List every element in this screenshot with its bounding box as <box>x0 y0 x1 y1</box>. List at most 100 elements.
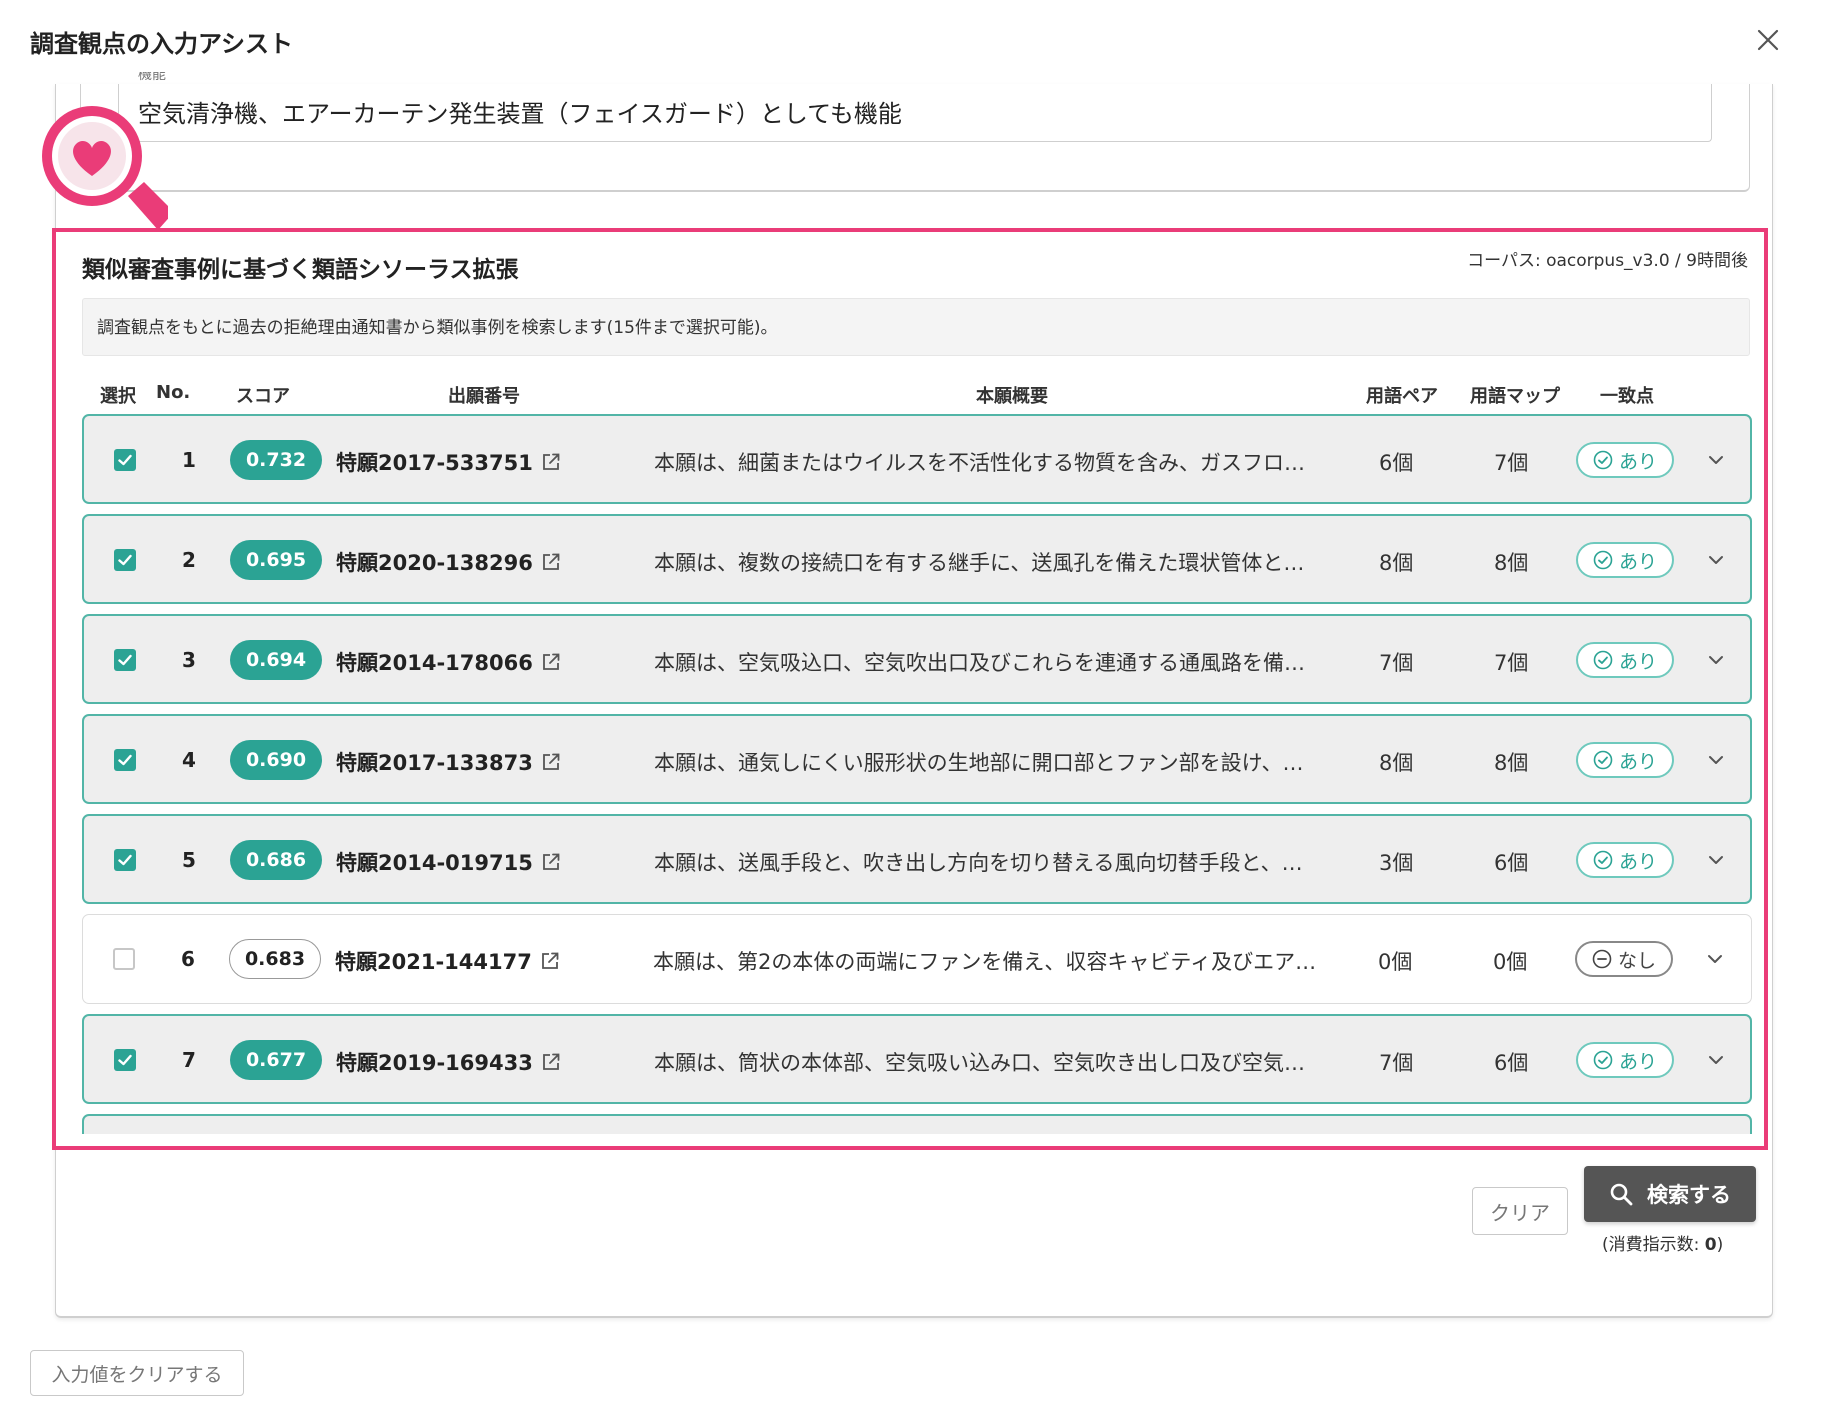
application-summary: 本願は、通気しにくい服形状の生地部に開口部とファン部を設け、… <box>654 751 1304 775</box>
result-row[interactable]: 7 0.677 特願2019-169433 本願は、筒状の本体部、空気吸い込み口、空気… <box>82 1014 1752 1104</box>
chevron-down-icon <box>1709 856 1723 864</box>
chevron-down-icon <box>1709 1056 1723 1064</box>
result-row[interactable] <box>82 1114 1752 1134</box>
row-checkbox[interactable] <box>114 549 136 571</box>
application-number: 特願2017-533751 <box>336 451 533 475</box>
thesaurus-section: 類似審査事例に基づく類語シソーラス拡張 コーパス: oacorpus_v3.0 … <box>52 228 1768 1150</box>
result-row[interactable]: 3 0.694 特願2014-178066 本願は、空気吸込口、空気吹出口及びこれらを… <box>82 614 1752 704</box>
expand-row-button[interactable] <box>1700 744 1732 776</box>
minus-circle-icon <box>1592 949 1612 969</box>
application-number-link[interactable]: 特願2021-144177 <box>335 946 560 976</box>
term-pair-count: 6個 <box>1379 451 1414 475</box>
application-summary: 本願は、筒状の本体部、空気吸い込み口、空気吹き出し口及び空気… <box>654 1051 1305 1075</box>
expand-row-button[interactable] <box>1699 943 1731 975</box>
match-badge-label: なし <box>1617 949 1656 972</box>
score-pill: 0.690 <box>230 740 322 780</box>
external-link-icon[interactable] <box>541 452 561 472</box>
chevron-down-icon <box>1708 955 1722 963</box>
score-pill: 0.695 <box>230 540 322 580</box>
external-link-icon[interactable] <box>541 752 561 772</box>
term-pair-count: 7個 <box>1379 1051 1414 1075</box>
application-number: 特願2021-144177 <box>335 950 532 974</box>
consume-count-label: (消費指示数: <box>1602 1235 1705 1255</box>
column-header-no: No. <box>156 382 191 403</box>
application-summary: 本願は、第2の本体の両端にファンを備え、収容キャビティ及びエア… <box>653 950 1317 974</box>
match-badge: なし <box>1575 941 1673 977</box>
result-row[interactable]: 4 0.690 特願2017-133873 本願は、通気しにくい服形状の生地部に開口部… <box>82 714 1752 804</box>
chevron-down-icon <box>1709 656 1723 664</box>
score-pill: 0.694 <box>230 640 322 680</box>
result-row[interactable]: 2 0.695 特願2020-138296 本願は、複数の接続口を有する継手に、送風孔… <box>82 514 1752 604</box>
close-button[interactable] <box>1748 20 1788 60</box>
term-map-count: 6個 <box>1494 851 1529 875</box>
external-link-icon[interactable] <box>541 1052 561 1072</box>
application-number: 特願2017-133873 <box>336 751 533 775</box>
application-summary: 本願は、送風手段と、吹き出し方向を切り替える風向切替手段と、… <box>654 851 1303 875</box>
application-number-link[interactable]: 特願2014-178066 <box>336 647 561 677</box>
match-badge: あり <box>1576 742 1674 778</box>
application-number: 特願2019-169433 <box>336 1051 533 1075</box>
check-circle-icon <box>1593 550 1613 570</box>
consume-count-value: 0 <box>1704 1235 1717 1255</box>
row-checkbox[interactable] <box>114 649 136 671</box>
chevron-down-icon <box>1709 556 1723 564</box>
result-row[interactable]: 5 0.686 特願2014-019715 本願は、送風手段と、吹き出し方向を切り替え… <box>82 814 1752 904</box>
column-header-select: 選択 <box>100 386 136 407</box>
application-number-link[interactable]: 特願2014-019715 <box>336 847 561 877</box>
score-pill: 0.683 <box>229 939 321 979</box>
expand-row-button[interactable] <box>1700 544 1732 576</box>
application-number: 特願2014-019715 <box>336 851 533 875</box>
chevron-down-icon <box>1709 756 1723 764</box>
consume-count-suffix: ) <box>1716 1235 1724 1255</box>
search-button[interactable]: 検索する <box>1584 1166 1756 1222</box>
application-number-link[interactable]: 特願2019-169433 <box>336 1047 561 1077</box>
expand-row-button[interactable] <box>1700 1044 1732 1076</box>
application-number-link[interactable]: 特願2020-138296 <box>336 547 561 577</box>
row-number: 5 <box>182 848 196 872</box>
row-checkbox[interactable] <box>114 449 136 471</box>
column-header-term-pairs: 用語ペア <box>1366 386 1438 407</box>
external-link-icon[interactable] <box>541 852 561 872</box>
match-badge-label: あり <box>1618 750 1657 773</box>
result-row[interactable]: 1 0.732 特願2017-533751 本願は、細菌またはウイルスを不活性化する物… <box>82 414 1752 504</box>
match-badge-label: あり <box>1618 850 1657 873</box>
results-list[interactable]: 1 0.732 特願2017-533751 本願は、細菌またはウイルスを不活性化する物… <box>82 414 1752 1134</box>
match-badge-label: あり <box>1618 1050 1657 1073</box>
expand-row-button[interactable] <box>1700 644 1732 676</box>
expand-row-button[interactable] <box>1700 444 1732 476</box>
external-link-icon[interactable] <box>540 951 560 971</box>
term-map-count: 8個 <box>1494 551 1529 575</box>
application-summary: 本願は、細菌またはウイルスを不活性化する物質を含み、ガスフロ… <box>654 451 1305 475</box>
reset-input-button[interactable]: 入力値をクリアする <box>30 1350 244 1396</box>
row-checkbox[interactable] <box>114 1049 136 1071</box>
external-link-icon[interactable] <box>541 652 561 672</box>
application-summary: 本願は、複数の接続口を有する継手に、送風孔を備えた環状管体と… <box>654 551 1305 575</box>
application-number-link[interactable]: 特願2017-533751 <box>336 447 561 477</box>
check-icon <box>118 754 132 766</box>
check-icon <box>118 554 132 566</box>
description-box: 調査観点をもとに過去の拒絶理由通知書から類似事例を検索します(15件まで選択可能… <box>82 298 1750 356</box>
match-badge: あり <box>1576 842 1674 878</box>
expand-row-button[interactable] <box>1700 844 1732 876</box>
row-number: 1 <box>182 448 196 472</box>
row-checkbox[interactable] <box>114 849 136 871</box>
match-badge: あり <box>1576 542 1674 578</box>
corpus-info: コーパス: oacorpus_v3.0 / 9時間後 <box>1467 251 1748 271</box>
term-pair-count: 3個 <box>1379 851 1414 875</box>
score-pill: 0.686 <box>230 840 322 880</box>
row-checkbox[interactable] <box>114 749 136 771</box>
column-header-summary: 本願概要 <box>976 386 1048 407</box>
row-number: 2 <box>182 548 196 572</box>
term-pair-count: 7個 <box>1379 651 1414 675</box>
application-number-link[interactable]: 特願2017-133873 <box>336 747 561 777</box>
external-link-icon[interactable] <box>541 552 561 572</box>
section-title: 類似審査事例に基づく類語シソーラス拡張 <box>82 257 519 283</box>
dialog-title: 調査観点の入力アシスト <box>30 30 294 58</box>
function-field-value[interactable]: 空気清浄機、エアーカーテン発生装置（フェイスガード）としても機能 <box>138 94 902 129</box>
term-map-count: 0個 <box>1493 950 1528 974</box>
term-pair-count: 0個 <box>1378 950 1413 974</box>
row-checkbox[interactable] <box>113 948 135 970</box>
check-icon <box>118 854 132 866</box>
clear-button[interactable]: クリア <box>1472 1187 1568 1235</box>
result-row[interactable]: 6 0.683 特願2021-144177 本願は、第2の本体の両端にファンを備え、収… <box>82 914 1752 1004</box>
